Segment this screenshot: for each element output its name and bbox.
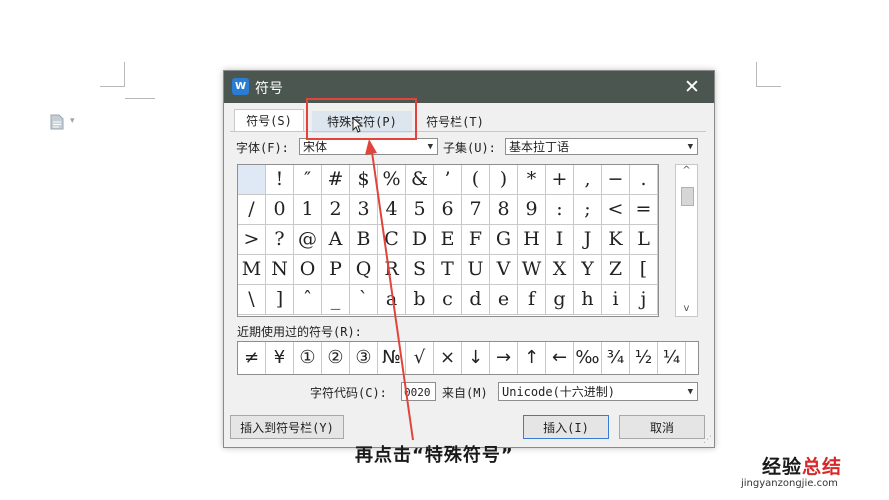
watermark-logo: 经验总结 [762, 452, 842, 479]
watermark-logo-part1: 经验 [762, 456, 803, 478]
watermark-logo-part2: 总结 [802, 456, 843, 478]
mouse-cursor-icon [352, 117, 364, 133]
pointer-arrow [365, 139, 414, 441]
watermark-site: jingyanzongjie.com [741, 478, 838, 489]
tutorial-caption: 再点击“特殊符号” [355, 445, 514, 466]
